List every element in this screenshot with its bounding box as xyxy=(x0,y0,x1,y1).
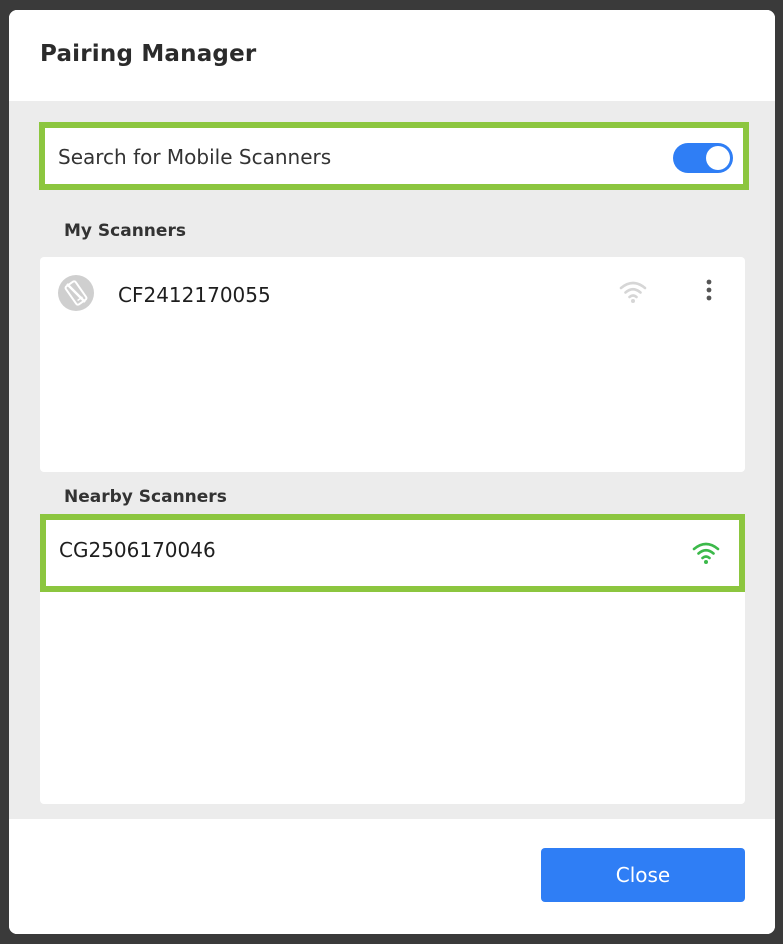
dialog-header: Pairing Manager xyxy=(9,10,775,101)
dialog-title: Pairing Manager xyxy=(40,41,257,67)
wifi-icon xyxy=(691,540,721,570)
my-scanner-name: CF2412170055 xyxy=(118,283,271,307)
nearby-scanner-name: CG2506170046 xyxy=(59,538,216,562)
more-options-icon[interactable] xyxy=(699,277,719,307)
search-mobile-scanners-row: Search for Mobile Scanners xyxy=(39,122,749,190)
my-scanners-heading: My Scanners xyxy=(64,221,186,241)
dialog-footer: Close xyxy=(9,819,775,934)
search-mobile-scanners-toggle[interactable] xyxy=(673,143,733,173)
phone-disconnected-icon xyxy=(58,275,94,311)
toggle-knob xyxy=(706,146,730,170)
my-scanner-row[interactable]: CF2412170055 xyxy=(40,257,745,331)
pairing-manager-dialog: Pairing Manager Search for Mobile Scanne… xyxy=(9,10,775,934)
nearby-scanners-heading: Nearby Scanners xyxy=(64,487,227,507)
my-scanners-panel: CF2412170055 xyxy=(40,257,745,472)
wifi-icon xyxy=(618,279,648,309)
dialog-body: Search for Mobile Scanners My Scanners C… xyxy=(9,101,775,819)
nearby-scanner-row[interactable]: CG2506170046 xyxy=(40,514,745,592)
search-mobile-scanners-label: Search for Mobile Scanners xyxy=(58,145,332,169)
close-button[interactable]: Close xyxy=(541,848,745,902)
